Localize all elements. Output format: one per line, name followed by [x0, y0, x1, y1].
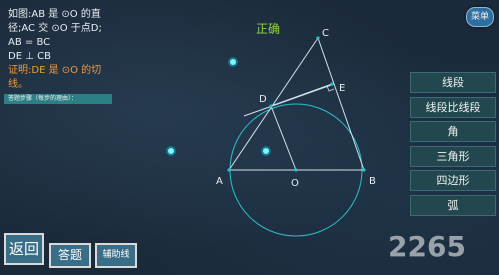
watermark-logo: 2265 — [388, 230, 466, 263]
menu-item-segment[interactable]: 线段 — [410, 72, 496, 93]
label-b: B — [369, 176, 376, 187]
point-labels: A B O C D E — [216, 28, 376, 189]
segment-do — [270, 105, 297, 171]
point-d[interactable] — [269, 104, 273, 108]
point-e[interactable] — [330, 82, 334, 86]
point-b[interactable] — [362, 168, 366, 172]
glow-dot — [168, 148, 174, 154]
label-d: D — [259, 94, 267, 105]
menu-item-arc[interactable]: 弧 — [410, 194, 496, 216]
point-o[interactable] — [294, 168, 298, 172]
glow-dots — [166, 57, 271, 156]
menu-item-segment-ratio[interactable]: 线段比线段 — [410, 96, 496, 118]
point-a[interactable] — [227, 168, 231, 172]
label-e: E — [339, 83, 345, 94]
menu-item-quadrilateral[interactable]: 四边形 — [410, 170, 496, 191]
aux-line-button[interactable]: 辅助线 — [95, 243, 137, 268]
menu-item-triangle[interactable]: 三角形 — [410, 145, 496, 167]
point-c[interactable] — [316, 36, 320, 40]
glow-dot — [230, 59, 236, 65]
back-button[interactable]: 返回 — [4, 233, 44, 265]
label-o: O — [291, 178, 299, 189]
segment-cb — [317, 37, 365, 171]
label-a: A — [216, 176, 223, 187]
glow-dot — [263, 148, 269, 154]
watermark-text: 2265 — [388, 230, 466, 263]
segment-aux — [243, 83, 335, 117]
label-c: C — [322, 28, 329, 39]
segment-ac — [228, 37, 319, 171]
right-angle-mark — [326, 85, 335, 92]
menu-item-angle[interactable]: 角 — [410, 121, 496, 142]
element-menu: 线段 线段比线段 角 三角形 四边形 弧 — [410, 72, 496, 219]
answer-button[interactable]: 答题 — [49, 243, 91, 268]
